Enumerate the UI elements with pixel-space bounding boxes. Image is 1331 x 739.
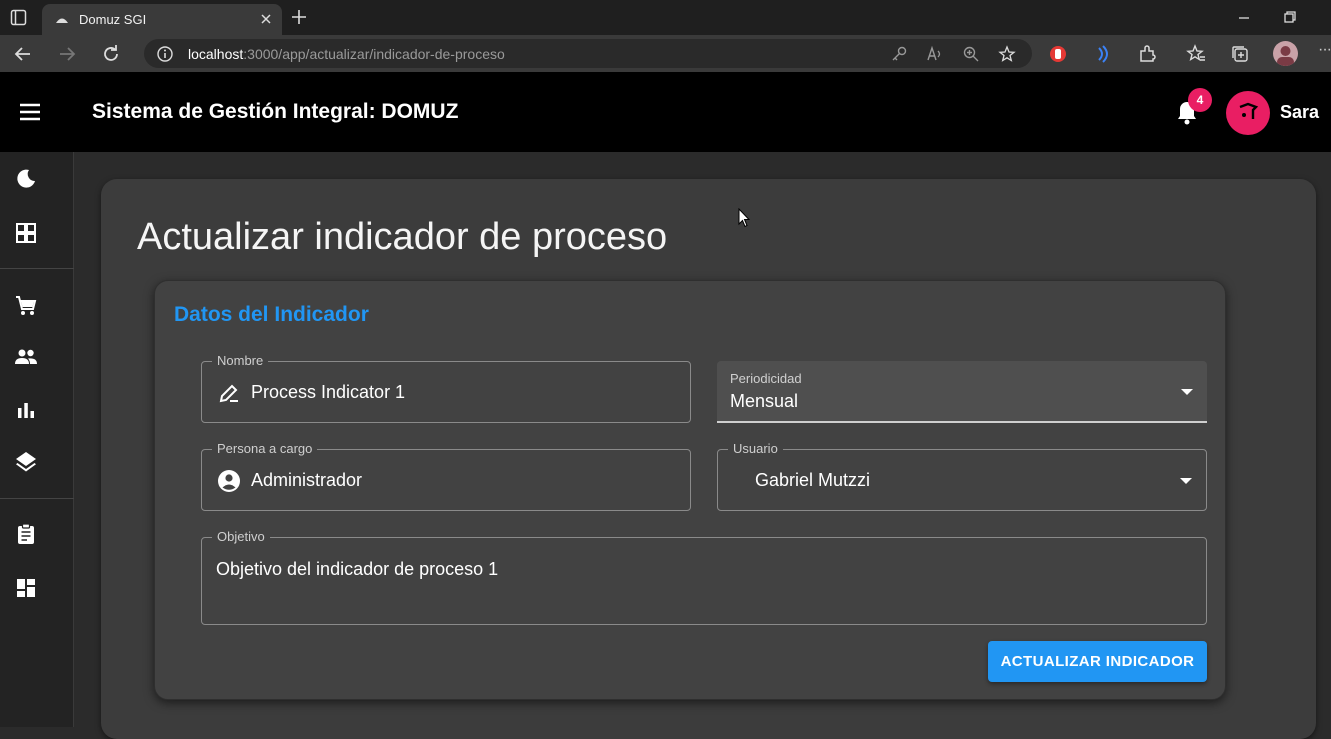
tab-actions-icon[interactable] [10, 9, 27, 26]
periodicidad-label: Periodicidad [730, 371, 802, 386]
read-aloud-icon[interactable] [926, 45, 944, 63]
extension-stop-icon[interactable] [1047, 43, 1069, 65]
hamburger-menu-icon[interactable] [17, 99, 43, 125]
key-icon[interactable] [890, 45, 908, 63]
zoom-icon[interactable] [962, 45, 980, 63]
update-indicator-button[interactable]: ACTUALIZAR INDICADOR [988, 641, 1207, 682]
people-icon[interactable] [14, 345, 38, 369]
sidebar-divider [0, 498, 74, 499]
browser-profile-avatar[interactable] [1273, 41, 1298, 66]
page-title: Actualizar indicador de proceso [137, 216, 668, 258]
objetivo-value: Objetivo del indicador de proceso 1 [216, 559, 499, 579]
new-tab-icon[interactable] [290, 8, 308, 26]
chevron-down-icon [1180, 478, 1192, 484]
url-text[interactable]: localhost:3000/app/actualizar/indicador-… [188, 46, 505, 62]
favorites-icon[interactable] [1185, 43, 1207, 65]
url-path: :3000/app/actualizar/indicador-de-proces… [243, 46, 505, 62]
extension-wifi-icon[interactable] [1091, 43, 1113, 65]
forward-arrow-icon[interactable] [56, 43, 78, 65]
mouse-cursor-icon [738, 208, 750, 228]
apps-icon[interactable] [14, 221, 38, 245]
edit-pencil-icon [219, 384, 238, 403]
usuario-select[interactable]: Usuario Gabriel Mutzzi [717, 441, 1207, 511]
add-favorite-icon[interactable] [998, 45, 1016, 63]
usuario-label: Usuario [728, 441, 783, 456]
persona-label: Persona a cargo [212, 441, 318, 456]
minimize-icon[interactable] [1236, 10, 1252, 26]
bar-chart-icon[interactable] [14, 398, 38, 422]
browser-tab[interactable]: Domuz SGI [42, 4, 282, 35]
cart-icon[interactable] [14, 294, 38, 318]
persona-a-cargo-field[interactable]: Persona a cargo Administrador [201, 441, 691, 511]
user-avatar[interactable] [1226, 91, 1270, 135]
periodicidad-select[interactable]: Periodicidad Mensual [717, 361, 1207, 423]
favicon-icon [56, 18, 68, 23]
notification-badge: 4 [1188, 88, 1212, 112]
objetivo-textarea[interactable]: Objetivo Objetivo del indicador de proce… [201, 529, 1207, 625]
moon-icon[interactable] [14, 167, 38, 191]
info-icon[interactable] [156, 45, 174, 63]
account-circle-icon [218, 470, 240, 492]
tab-title: Domuz SGI [79, 12, 147, 27]
restore-icon[interactable] [1282, 9, 1298, 25]
section-title: Datos del Indicador [174, 303, 369, 326]
layers-icon[interactable] [14, 450, 38, 474]
extensions-icon[interactable] [1136, 43, 1158, 65]
periodicidad-value: Mensual [730, 391, 799, 411]
dashboard-icon[interactable] [14, 576, 38, 600]
browser-toolbar: localhost:3000/app/actualizar/indicador-… [0, 35, 1331, 72]
objetivo-label: Objetivo [212, 529, 270, 544]
persona-value: Administrador [251, 470, 363, 490]
more-menu-icon[interactable]: ··· [1318, 41, 1331, 59]
sidebar-divider [0, 268, 74, 269]
user-name[interactable]: Sara [1280, 102, 1319, 123]
collections-icon[interactable] [1229, 43, 1251, 65]
close-tab-icon[interactable] [258, 11, 274, 27]
nombre-value: Process Indicator 1 [251, 382, 406, 402]
nombre-field[interactable]: Nombre Process Indicator 1 [201, 353, 691, 423]
address-bar[interactable]: localhost:3000/app/actualizar/indicador-… [144, 39, 1032, 68]
back-arrow-icon[interactable] [12, 43, 34, 65]
app-title: Sistema de Gestión Integral: DOMUZ [92, 100, 459, 123]
sidebar [0, 152, 74, 727]
nombre-label: Nombre [212, 353, 269, 368]
chevron-down-icon [1181, 389, 1193, 395]
app-header: Sistema de Gestión Integral: DOMUZ 4 Sar… [0, 72, 1331, 152]
browser-tabstrip: Domuz SGI [0, 0, 1331, 35]
clipboard-icon[interactable] [14, 522, 38, 546]
url-host: localhost [188, 46, 244, 62]
usuario-value: Gabriel Mutzzi [755, 470, 871, 490]
refresh-icon[interactable] [100, 43, 122, 65]
